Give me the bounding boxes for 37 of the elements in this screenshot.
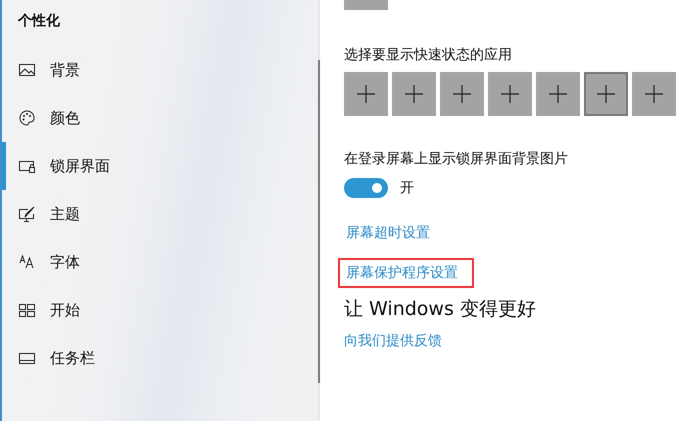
sidebar-item[interactable]: 背景 xyxy=(2,46,318,94)
sidebar-item[interactable]: 颜色 xyxy=(2,94,318,142)
section-label: 选择要显示快速状态的应用 xyxy=(344,46,513,64)
plus-icon xyxy=(452,84,472,104)
add-app-tile[interactable] xyxy=(392,72,436,116)
brush-monitor-icon xyxy=(18,205,36,223)
plus-icon xyxy=(548,84,568,104)
app-tile[interactable] xyxy=(344,0,388,10)
toggle-state-label: 开 xyxy=(400,179,414,197)
setting-label: 在登录屏幕上显示锁屏界面背景图片 xyxy=(344,150,569,168)
toggle-switch[interactable] xyxy=(344,178,388,198)
sidebar-item[interactable]: 开始 xyxy=(2,286,318,334)
add-app-tile[interactable] xyxy=(536,72,580,116)
add-app-tile[interactable] xyxy=(440,72,484,116)
plus-icon xyxy=(404,84,424,104)
add-app-tile[interactable] xyxy=(488,72,532,116)
feedback-link[interactable]: 向我们提供反馈 xyxy=(344,332,442,350)
plus-icon xyxy=(596,84,616,104)
font-icon xyxy=(18,253,36,271)
plus-icon xyxy=(644,84,664,104)
settings-link[interactable]: 屏幕超时设置 xyxy=(346,224,430,242)
plus-icon xyxy=(500,84,520,104)
sidebar-item[interactable]: 任务栏 xyxy=(2,334,318,382)
sidebar-item[interactable]: 主题 xyxy=(2,190,318,238)
sidebar-item[interactable]: 锁屏界面 xyxy=(2,142,318,190)
palette-icon xyxy=(18,109,36,127)
add-app-tile[interactable] xyxy=(344,72,388,116)
scrollbar[interactable] xyxy=(318,60,320,383)
plus-icon xyxy=(356,84,376,104)
sidebar-item[interactable]: 字体 xyxy=(2,238,318,286)
add-app-tile[interactable] xyxy=(632,72,676,116)
sidebar-title: 个性化 xyxy=(16,12,61,31)
add-app-tile[interactable] xyxy=(584,72,628,116)
section-heading: 让 Windows 变得更好 xyxy=(344,297,537,322)
picture-icon xyxy=(18,61,36,79)
settings-link[interactable]: 屏幕保护程序设置 xyxy=(346,264,458,282)
start-grid-icon xyxy=(18,301,36,319)
